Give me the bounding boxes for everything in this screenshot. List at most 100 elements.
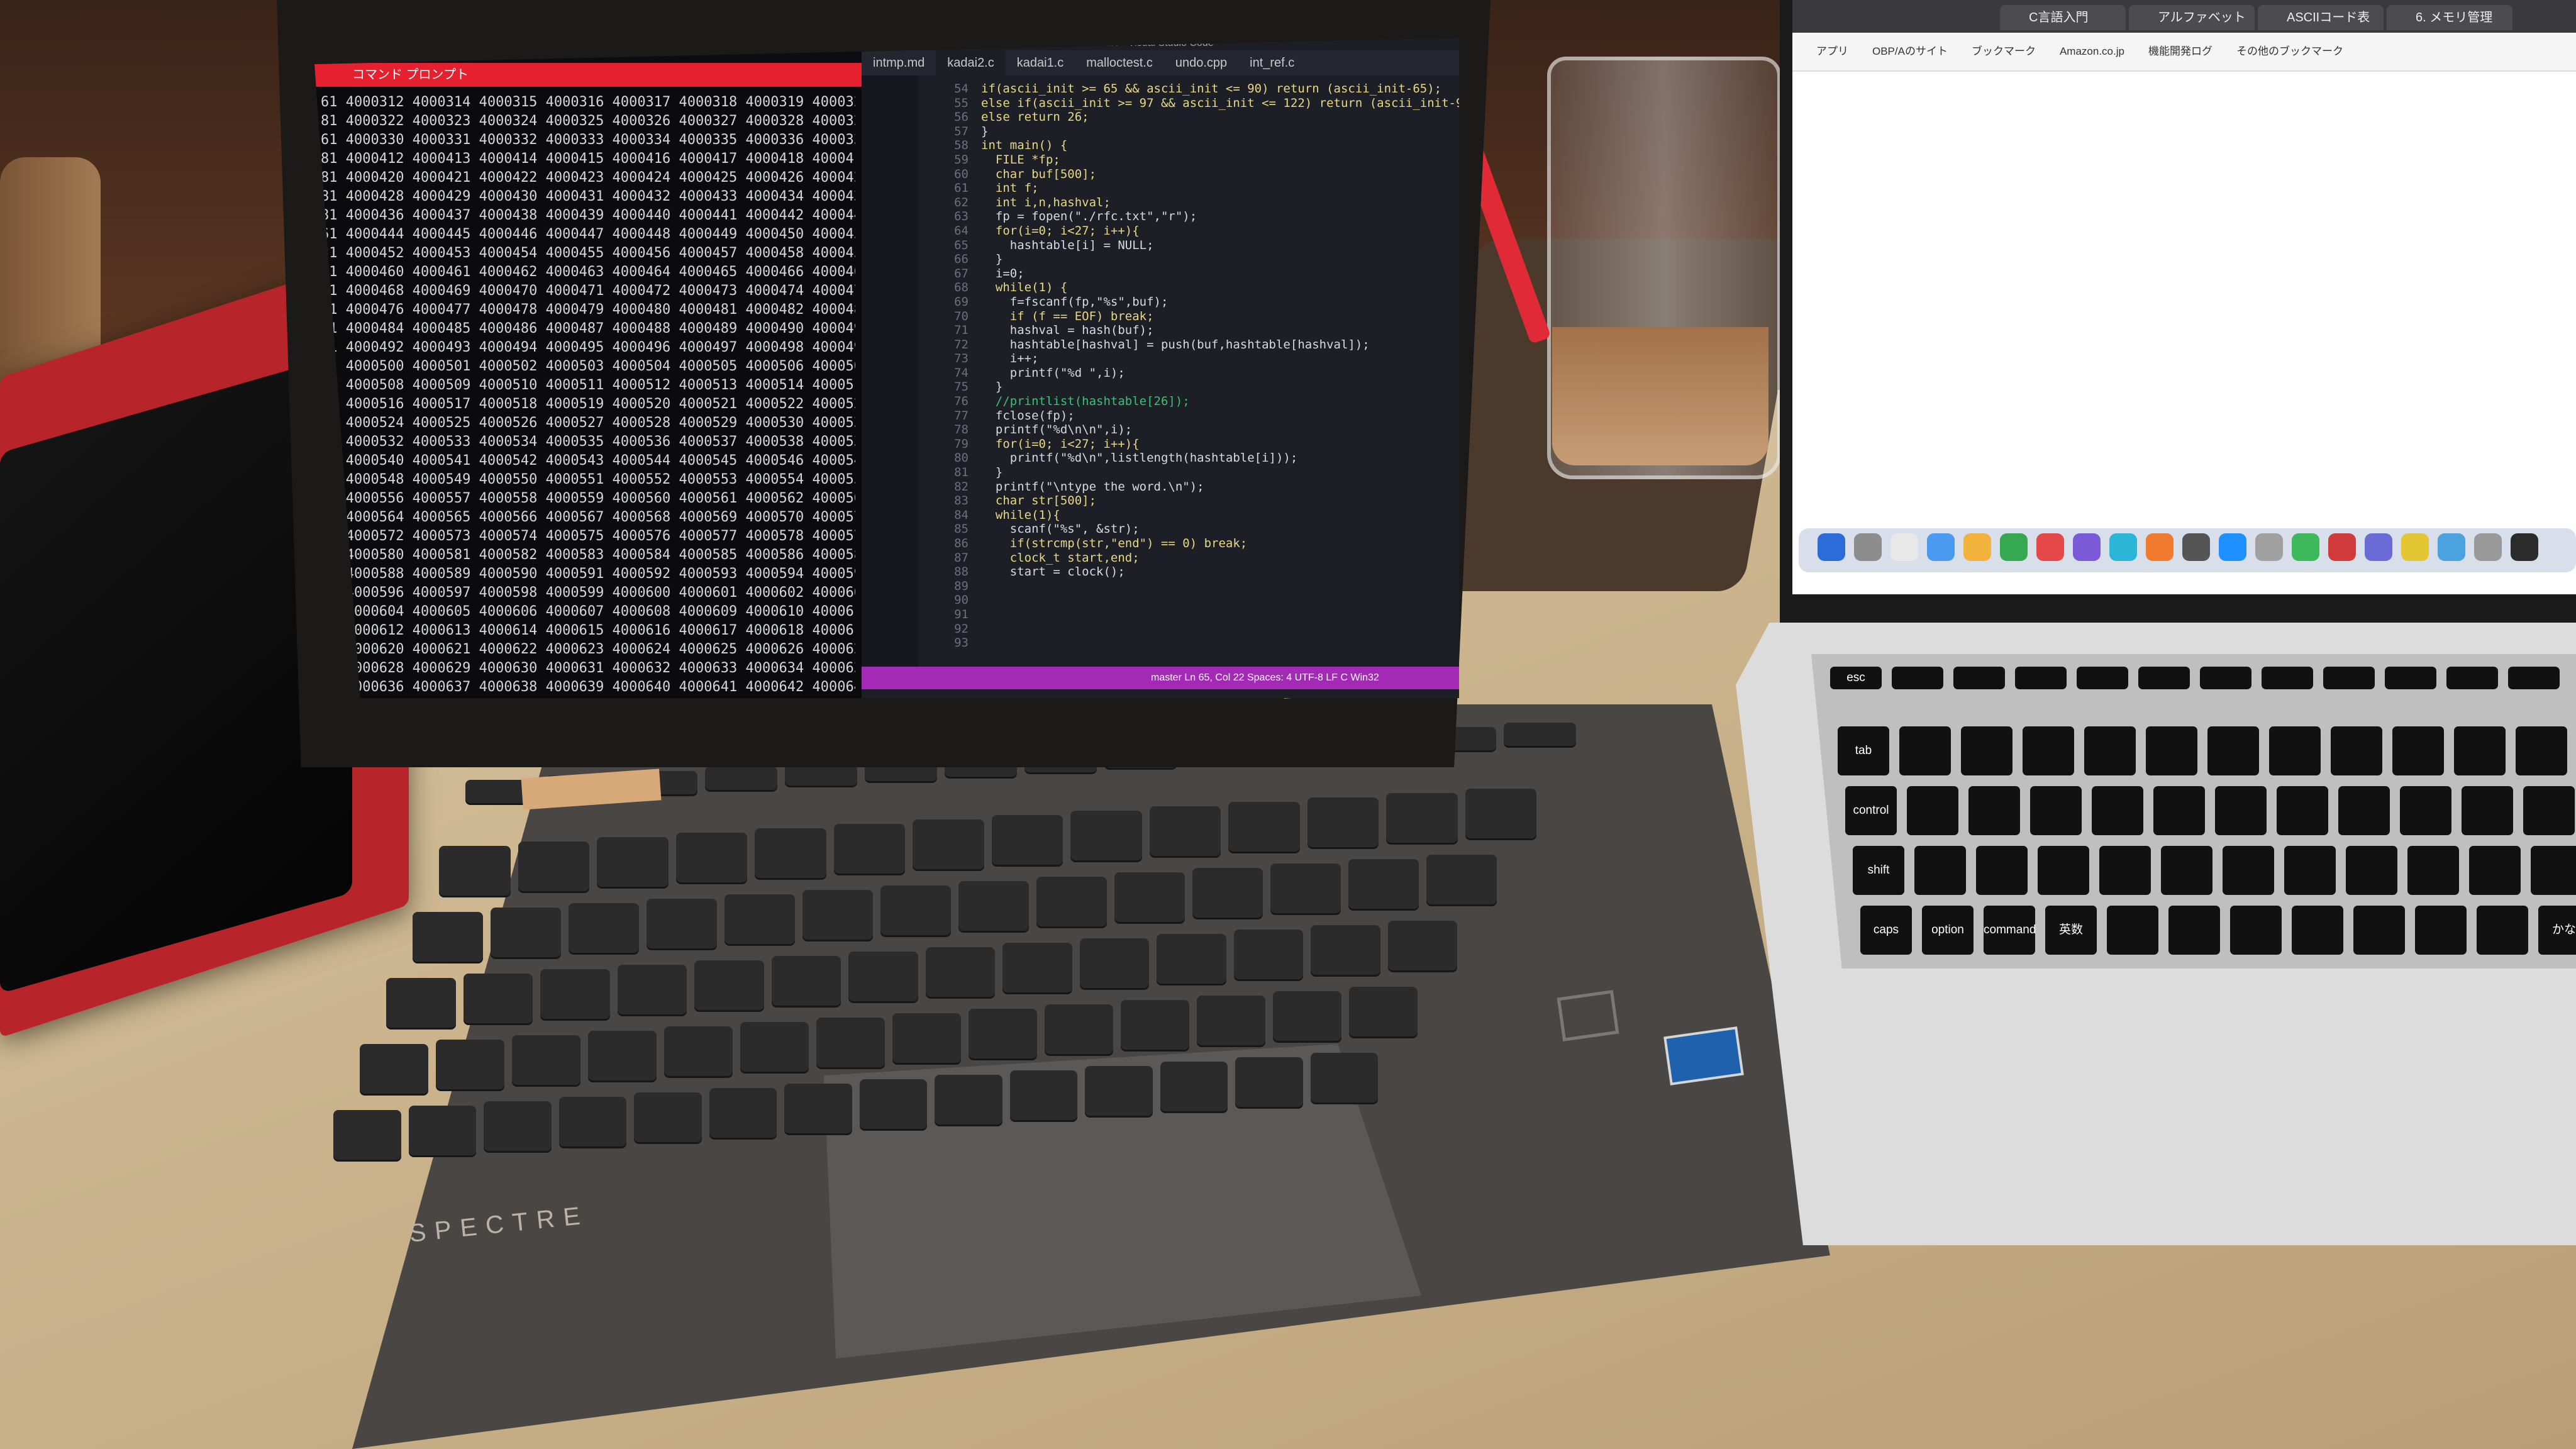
mac-keyboard-key[interactable] bbox=[2023, 726, 2074, 775]
mac-keyboard-key[interactable] bbox=[1968, 786, 2020, 835]
browser-tab[interactable]: アルファベット bbox=[2129, 5, 2255, 30]
mac-key-label[interactable]: 英数 bbox=[2045, 906, 2097, 955]
keyboard-key[interactable] bbox=[518, 841, 589, 893]
keyboard-key[interactable] bbox=[1114, 872, 1185, 924]
mac-keyboard-key[interactable] bbox=[2469, 846, 2521, 895]
dock-app-icon[interactable] bbox=[2292, 533, 2319, 561]
keyboard-key[interactable] bbox=[1192, 868, 1263, 919]
keyboard-key[interactable] bbox=[935, 1075, 1002, 1126]
keyboard-key[interactable] bbox=[647, 899, 717, 950]
keyboard-key[interactable] bbox=[1311, 925, 1380, 977]
command-prompt-window[interactable]: コマンド プロンプト 61 4000312 4000314 4000315 40… bbox=[314, 63, 862, 698]
mac-keyboard-key[interactable] bbox=[1899, 726, 1951, 775]
mac-keyboard-key[interactable] bbox=[2077, 667, 2128, 689]
keyboard-key[interactable] bbox=[1149, 806, 1221, 858]
mac-keyboard-key[interactable] bbox=[2531, 846, 2576, 895]
mac-key-label[interactable]: かな bbox=[2538, 906, 2576, 955]
keyboard-key[interactable] bbox=[880, 886, 951, 937]
mac-keyboard-key[interactable] bbox=[1914, 846, 1966, 895]
dock-app-icon[interactable] bbox=[2401, 533, 2429, 561]
mac-keyboard-key[interactable] bbox=[2107, 906, 2158, 955]
keyboard-key[interactable] bbox=[1045, 1004, 1113, 1056]
mac-keyboard-key[interactable] bbox=[2207, 726, 2259, 775]
mac-key-label[interactable]: option bbox=[1922, 906, 1974, 955]
fingerprint-sensor[interactable] bbox=[1557, 990, 1619, 1041]
editor-tab[interactable]: kadai2.c bbox=[936, 50, 1006, 75]
editor-tab[interactable]: kadai1.c bbox=[1006, 50, 1075, 75]
dock-app-icon[interactable] bbox=[1927, 533, 1955, 561]
keyboard-key[interactable] bbox=[925, 947, 995, 999]
mac-keyboard-key[interactable] bbox=[2099, 846, 2151, 895]
mac-keyboard-key[interactable] bbox=[2168, 906, 2220, 955]
bookmark-item[interactable]: その他のブックマーク bbox=[2236, 33, 2343, 70]
dock-app-icon[interactable] bbox=[2438, 533, 2465, 561]
mac-keyboard-key[interactable] bbox=[2392, 726, 2444, 775]
keyboard-key[interactable] bbox=[740, 1022, 809, 1074]
mac-keyboard-key[interactable] bbox=[2269, 726, 2321, 775]
keyboard-key[interactable] bbox=[694, 960, 764, 1012]
dock-app-icon[interactable] bbox=[1890, 533, 1918, 561]
keyboard-key[interactable] bbox=[784, 1084, 852, 1135]
keyboard-key[interactable] bbox=[1197, 996, 1265, 1047]
keyboard-key[interactable] bbox=[833, 824, 905, 875]
mac-key-label[interactable]: tab bbox=[1838, 726, 1889, 775]
keyboard-key[interactable] bbox=[439, 846, 511, 897]
mac-keyboard-key[interactable] bbox=[2516, 726, 2567, 775]
browser-tab[interactable]: 6. メモリ管理 bbox=[2387, 5, 2512, 30]
mac-keyboard-key[interactable] bbox=[2292, 906, 2343, 955]
dock-app-icon[interactable] bbox=[2036, 533, 2064, 561]
keyboard-key[interactable] bbox=[588, 1031, 657, 1082]
keyboard-key[interactable] bbox=[1228, 802, 1300, 853]
browser-tab[interactable]: ASCIIコード表 bbox=[2258, 5, 2384, 30]
keyboard-key[interactable] bbox=[1235, 1057, 1303, 1109]
dock-app-icon[interactable] bbox=[1854, 533, 1882, 561]
keyboard-key[interactable] bbox=[1160, 1062, 1228, 1113]
keyboard-key[interactable] bbox=[436, 1040, 504, 1091]
mac-keyboard-key[interactable] bbox=[2084, 726, 2136, 775]
keyboard-key[interactable] bbox=[958, 881, 1029, 933]
keyboard-key[interactable] bbox=[617, 965, 687, 1016]
keyboard-key[interactable] bbox=[709, 1088, 777, 1140]
mac-keyboard-key[interactable] bbox=[2215, 786, 2267, 835]
bookmark-item[interactable]: OBP/Aのサイト bbox=[1872, 33, 1948, 70]
keyboard-key[interactable] bbox=[1070, 811, 1142, 862]
dock-app-icon[interactable] bbox=[2000, 533, 2028, 561]
bookmark-item[interactable]: アプリ bbox=[1816, 33, 1848, 70]
keyboard-key[interactable] bbox=[1504, 723, 1576, 748]
mac-keyboard-key[interactable] bbox=[1907, 786, 1958, 835]
mac-keyboard-key[interactable] bbox=[2200, 667, 2251, 689]
mac-keyboard-key[interactable] bbox=[2138, 667, 2190, 689]
keyboard-key[interactable] bbox=[1273, 991, 1341, 1043]
mac-key-label[interactable]: caps bbox=[1860, 906, 1912, 955]
keyboard-key[interactable] bbox=[1348, 859, 1419, 911]
keyboard-key[interactable] bbox=[664, 1026, 733, 1078]
keyboard-key[interactable] bbox=[1233, 930, 1303, 981]
mac-key-label[interactable]: command bbox=[1984, 906, 2036, 955]
mac-keyboard-key[interactable] bbox=[2262, 667, 2313, 689]
keyboard-key[interactable] bbox=[771, 956, 841, 1008]
mac-keyboard-key[interactable] bbox=[2462, 786, 2513, 835]
keyboard-key[interactable] bbox=[1465, 789, 1536, 840]
keyboard-key[interactable] bbox=[705, 767, 777, 792]
dock-app-icon[interactable] bbox=[2182, 533, 2210, 561]
bookmark-item[interactable]: ブックマーク bbox=[1972, 33, 2036, 70]
keyboard-key[interactable] bbox=[386, 978, 456, 1030]
mac-keyboard-key[interactable] bbox=[2038, 846, 2089, 895]
mac-keyboard-key[interactable] bbox=[2353, 906, 2405, 955]
mac-keyboard-key[interactable] bbox=[2346, 846, 2397, 895]
dock-app-icon[interactable] bbox=[1818, 533, 1845, 561]
mac-keyboard-key[interactable] bbox=[2454, 726, 2506, 775]
keyboard-key[interactable] bbox=[512, 1035, 580, 1087]
keyboard-key[interactable] bbox=[463, 974, 533, 1025]
keyboard-key[interactable] bbox=[724, 894, 795, 946]
keyboard-key[interactable] bbox=[859, 1079, 927, 1131]
dock-app-icon[interactable] bbox=[2474, 533, 2502, 561]
keyboard-key[interactable] bbox=[802, 890, 873, 941]
mac-keyboard-key[interactable] bbox=[2146, 726, 2197, 775]
mac-keyboard-key[interactable] bbox=[2446, 667, 2498, 689]
mac-key-label[interactable]: control bbox=[1845, 786, 1897, 835]
keyboard-key[interactable] bbox=[1085, 1066, 1153, 1118]
mac-keyboard-key[interactable] bbox=[2153, 786, 2205, 835]
keyboard-key[interactable] bbox=[1426, 855, 1497, 906]
mac-keyboard-key[interactable] bbox=[2331, 726, 2382, 775]
